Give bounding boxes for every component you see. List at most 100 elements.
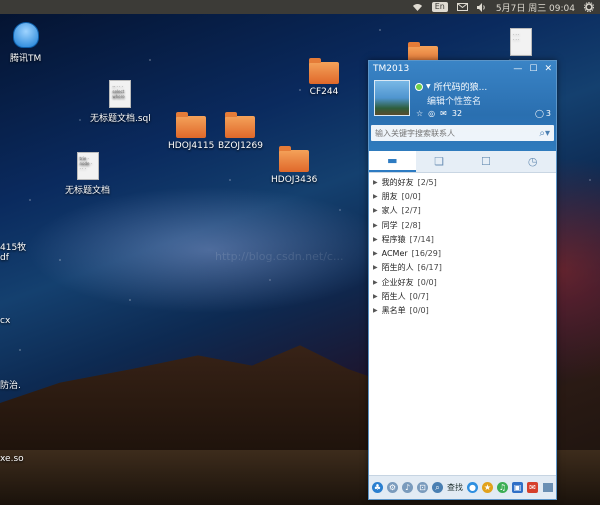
online-status-icon[interactable] bbox=[415, 82, 423, 91]
desktop-icon-hdoj3436[interactable]: HDOJ3436 bbox=[271, 146, 317, 185]
desktop-fragment[interactable]: 415牧 bbox=[0, 240, 26, 253]
desktop-icon-bzoj1269[interactable]: BZOJ1269 bbox=[218, 112, 263, 151]
tab-recent[interactable]: ◷ bbox=[509, 151, 556, 172]
chat-bubbles-icon: ❏ bbox=[434, 155, 445, 168]
contact-group[interactable]: ▶ 朋友 [0/0] bbox=[373, 189, 556, 203]
chevron-right-icon: ▶ bbox=[373, 221, 378, 229]
message-manager-icon[interactable]: ♪ bbox=[402, 482, 413, 493]
contact-group[interactable]: ▶ 同学 [2/8] bbox=[373, 218, 556, 232]
contact-group[interactable]: ▶ 我的好友 [2/5] bbox=[373, 175, 556, 189]
contact-group[interactable]: ▶ 程序猿 [7/14] bbox=[373, 232, 556, 246]
qq-app-icon[interactable]: ● bbox=[467, 482, 478, 493]
chevron-right-icon: ▶ bbox=[373, 207, 378, 215]
group-name: 同学 bbox=[381, 220, 398, 230]
discussion-icon: ☐ bbox=[480, 155, 491, 168]
group-name: 黑名单 bbox=[381, 306, 406, 316]
desktop-icon-doc-partial[interactable]: · · · · · · bbox=[510, 28, 532, 59]
game-app-icon[interactable]: ★ bbox=[482, 482, 493, 493]
mail-app-icon[interactable]: ✉ bbox=[527, 482, 538, 493]
desktop-fragment[interactable]: 防治. bbox=[0, 378, 21, 391]
desktop-fragment[interactable]: xe.so bbox=[0, 454, 24, 464]
contact-group[interactable]: ▶ 企业好友 [0/0] bbox=[373, 275, 556, 289]
contact-group[interactable]: ▶ 陌生人 [0/7] bbox=[373, 289, 556, 303]
contact-group[interactable]: ▶ 陌生的人 [6/17] bbox=[373, 261, 556, 275]
contact-groups: ▶ 我的好友 [2/5] ▶ 朋友 [0/0] ▶ 家人 [2/7] ▶ 同学 [2/8] ▶ 程… bbox=[369, 173, 556, 483]
nickname[interactable]: 所代码的狼... bbox=[434, 80, 488, 93]
top-panel: En 5月7日 周三 09:04 bbox=[0, 0, 600, 14]
system-settings-icon[interactable]: ⚙ bbox=[387, 482, 398, 493]
mail-icon[interactable]: ✉ bbox=[440, 109, 447, 118]
contact-group[interactable]: ▶ 家人 [2/7] bbox=[373, 204, 556, 218]
contact-group[interactable]: ▶ 黑名单 [0/0] bbox=[373, 304, 556, 318]
music-app-icon[interactable]: ♫ bbox=[497, 482, 508, 493]
clock-icon: ◷ bbox=[527, 155, 538, 168]
group-name: 企业好友 bbox=[381, 277, 414, 287]
group-name: 陌生人 bbox=[381, 292, 406, 302]
photo-app-icon[interactable]: ▣ bbox=[512, 482, 523, 493]
status-line: ▼ 所代码的狼... bbox=[415, 80, 487, 93]
group-count: [6/17] bbox=[417, 263, 442, 273]
chevron-right-icon: ▶ bbox=[373, 235, 378, 243]
group-count: [0/0] bbox=[417, 277, 437, 287]
signature[interactable]: 编辑个性签名 bbox=[427, 94, 481, 107]
volume-icon[interactable] bbox=[476, 2, 487, 12]
message-box[interactable]: ◯ 3 bbox=[535, 109, 551, 118]
desktop-icon-sql-file[interactable]: -- · · · select where 无标题文档.sql bbox=[90, 80, 151, 124]
chevron-down-icon[interactable]: ▼ bbox=[426, 83, 431, 90]
chevron-right-icon: ▶ bbox=[373, 192, 378, 200]
tab-contacts[interactable]: ▬ bbox=[369, 151, 416, 172]
desktop-icon-txt-file[interactable]: trie · node · · · · 无标题文档 bbox=[65, 152, 110, 196]
mail-icon[interactable] bbox=[456, 3, 468, 11]
find-button[interactable]: 查找 bbox=[447, 482, 463, 493]
desktop-fragment[interactable]: df bbox=[0, 253, 9, 263]
tm-window: TM2013 — ☐ ✕ ▼ 所代码的狼... 编辑个性签名 ☆ ◎ ✉ 32 … bbox=[368, 60, 557, 500]
group-name: 朋友 bbox=[381, 191, 398, 201]
tab-groups[interactable]: ❏ bbox=[416, 151, 463, 172]
group-name: ACMer bbox=[381, 249, 408, 259]
mail-count[interactable]: 32 bbox=[452, 109, 462, 118]
desktop-icon-label: CF244 bbox=[309, 87, 339, 97]
avatar[interactable] bbox=[374, 80, 410, 116]
tm-tabs: ▬ ❏ ☐ ◷ bbox=[369, 151, 556, 173]
desktop-icon-label: 无标题文档 bbox=[65, 186, 111, 196]
star-icon[interactable]: ☆ bbox=[416, 109, 423, 118]
chevron-right-icon: ▶ bbox=[373, 307, 378, 315]
tm-bottom-toolbar: ♣ ⚙ ♪ ⊡ ⌕ 查找 ● ★ ♫ ▣ ✉ bbox=[369, 475, 556, 499]
chevron-right-icon: ▶ bbox=[373, 293, 378, 301]
contact-group[interactable]: ▶ ACMer [16/29] bbox=[373, 246, 556, 260]
desktop-icon-cf244[interactable]: CF244 bbox=[309, 58, 339, 97]
zone-icon[interactable]: ◎ bbox=[428, 109, 435, 118]
desktop-icon-hdoj4115[interactable]: HDOJ4115 bbox=[168, 112, 214, 151]
file-assistant-icon[interactable]: ⊡ bbox=[417, 482, 428, 493]
group-count: [0/7] bbox=[409, 292, 429, 302]
wifi-icon[interactable] bbox=[412, 3, 423, 12]
folder-icon bbox=[176, 112, 207, 138]
group-count: [2/7] bbox=[401, 206, 421, 216]
search-icon[interactable]: ⌕▾ bbox=[539, 128, 550, 139]
message-count: 3 bbox=[545, 109, 551, 118]
input-method-indicator[interactable]: En bbox=[431, 2, 448, 12]
folder-icon bbox=[279, 146, 310, 172]
tm-header: TM2013 — ☐ ✕ ▼ 所代码的狼... 编辑个性签名 ☆ ◎ ✉ 32 … bbox=[369, 61, 556, 151]
tab-discussions[interactable]: ☐ bbox=[463, 151, 510, 172]
folder-icon bbox=[309, 58, 339, 84]
app-manager-icon[interactable] bbox=[542, 482, 553, 493]
group-count: [16/29] bbox=[411, 249, 441, 259]
tm-titlebar[interactable]: TM2013 — ☐ ✕ bbox=[369, 61, 556, 77]
minimize-icon[interactable]: — bbox=[513, 64, 522, 74]
chevron-right-icon: ▶ bbox=[373, 178, 378, 186]
main-menu-icon[interactable]: ♣ bbox=[372, 482, 383, 493]
settings-icon[interactable] bbox=[584, 2, 594, 12]
document-icon: -- · · · select where bbox=[109, 80, 132, 108]
chevron-right-icon: ▶ bbox=[373, 264, 378, 272]
desktop-fragment[interactable]: cx bbox=[0, 316, 10, 326]
maximize-icon[interactable]: ☐ bbox=[529, 64, 537, 74]
search-icon[interactable]: ⌕ bbox=[432, 482, 443, 493]
close-icon[interactable]: ✕ bbox=[544, 64, 552, 74]
search-input[interactable] bbox=[375, 128, 515, 138]
group-count: [7/14] bbox=[409, 234, 434, 244]
qq-penguin-icon bbox=[12, 22, 39, 48]
chevron-right-icon: ▶ bbox=[373, 250, 378, 258]
desktop-icon-qq[interactable]: 腾讯TM bbox=[10, 22, 41, 64]
clock[interactable]: 5月7日 周三 09:04 bbox=[496, 1, 575, 14]
